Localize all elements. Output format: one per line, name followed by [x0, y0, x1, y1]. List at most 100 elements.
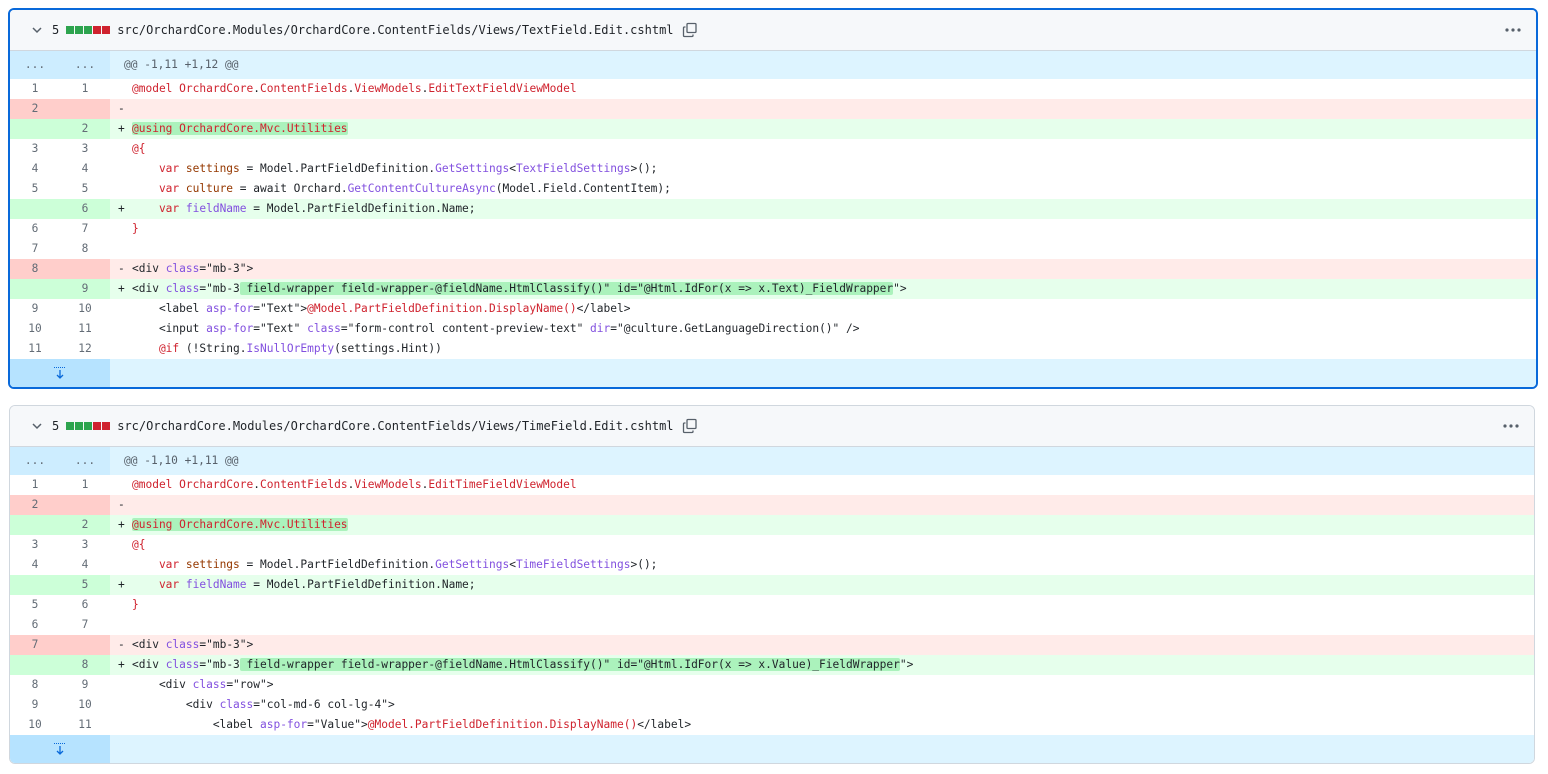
new-line-number[interactable]: 6 — [60, 595, 110, 615]
old-line-number[interactable] — [10, 119, 60, 139]
expand-up-left[interactable]: ... — [10, 447, 60, 475]
old-line-number[interactable]: 6 — [10, 615, 60, 635]
code-line: + <div class="mb-3 field-wrapper field-wr… — [110, 655, 1534, 675]
code-token: >(); — [630, 162, 658, 175]
old-line-number[interactable]: 2 — [10, 495, 60, 515]
file-path-link[interactable]: src/OrchardCore.Modules/OrchardCore.Cont… — [117, 419, 673, 433]
old-line-number[interactable]: 3 — [10, 139, 60, 159]
code-token: ViewModels — [354, 478, 422, 491]
new-line-number[interactable]: 7 — [60, 219, 110, 239]
file-path-link[interactable]: src/OrchardCore.Modules/OrchardCore.Cont… — [117, 23, 673, 37]
code-token: fieldName — [185, 202, 247, 215]
new-line-number[interactable]: 2 — [60, 119, 110, 139]
old-line-number[interactable]: 10 — [10, 715, 60, 735]
expand-up-right[interactable]: ... — [60, 447, 110, 475]
diff-marker — [118, 595, 132, 615]
old-line-number[interactable]: 9 — [10, 695, 60, 715]
new-line-number[interactable]: 6 — [60, 199, 110, 219]
expand-up-right[interactable]: ... — [60, 51, 110, 79]
new-line-number[interactable]: 4 — [60, 159, 110, 179]
new-line-number[interactable]: 1 — [60, 475, 110, 495]
new-line-number[interactable]: 11 — [60, 319, 110, 339]
new-line-number[interactable]: 8 — [60, 655, 110, 675]
line-numbers: 2 — [10, 119, 110, 139]
diffstat-block — [84, 26, 93, 34]
old-line-number[interactable]: 3 — [10, 535, 60, 555]
new-line-number[interactable]: 5 — [60, 179, 110, 199]
new-line-number[interactable]: 7 — [60, 615, 110, 635]
diff-marker: + — [118, 202, 125, 215]
diffstat-block — [102, 422, 111, 430]
new-line-number[interactable]: 9 — [60, 279, 110, 299]
old-line-number[interactable]: 8 — [10, 675, 60, 695]
new-line-number[interactable]: 10 — [60, 695, 110, 715]
old-line-number[interactable] — [10, 575, 60, 595]
code-token: @using OrchardCore.Mvc.Utilities — [132, 122, 348, 135]
old-line-number[interactable] — [10, 655, 60, 675]
line-numbers: 67 — [10, 615, 110, 635]
chevron-down-icon[interactable] — [30, 23, 44, 37]
old-line-number[interactable] — [10, 279, 60, 299]
chevron-down-icon[interactable] — [30, 419, 44, 433]
expand-down-button[interactable] — [10, 735, 110, 763]
old-line-number[interactable]: 1 — [10, 79, 60, 99]
new-line-number[interactable]: 3 — [60, 535, 110, 555]
code-token: @{ — [132, 142, 146, 155]
code-token: IsNullOrEmpty — [246, 342, 335, 355]
old-line-number[interactable]: 4 — [10, 159, 60, 179]
old-line-number[interactable]: 7 — [10, 239, 60, 259]
code-token: ContentFields — [260, 478, 348, 491]
new-line-number[interactable]: 4 — [60, 555, 110, 575]
code-token: <label — [132, 718, 260, 731]
old-line-number[interactable]: 10 — [10, 319, 60, 339]
old-line-number[interactable]: 9 — [10, 299, 60, 319]
copy-icon[interactable] — [682, 418, 698, 434]
diff-marker — [118, 219, 132, 239]
diff-body: ...... @@ -1,10 +1,11 @@ 1 1 @model Orchard… — [10, 447, 1534, 735]
diff-marker: + — [118, 282, 125, 295]
line-numbers: 9 10 — [10, 695, 110, 715]
file-diff-textfield: 5 src/OrchardCore.Modules/OrchardCore.Co… — [8, 8, 1538, 389]
diff-marker: - — [118, 262, 125, 275]
old-line-number[interactable]: 5 — [10, 179, 60, 199]
new-line-number[interactable] — [60, 99, 110, 119]
new-line-number[interactable]: 2 — [60, 515, 110, 535]
old-line-number[interactable]: 8 — [10, 259, 60, 279]
code-token: TextFieldSettings — [515, 162, 631, 175]
old-line-number[interactable]: 7 — [10, 635, 60, 655]
code-token: "> — [893, 282, 907, 295]
kebab-menu-icon[interactable] — [1502, 418, 1520, 434]
line-numbers: 44 — [10, 555, 110, 575]
new-line-number[interactable] — [60, 495, 110, 515]
new-line-number[interactable]: 8 — [60, 239, 110, 259]
old-line-number[interactable]: 1 — [10, 475, 60, 495]
new-line-number[interactable]: 1 — [60, 79, 110, 99]
copy-icon[interactable] — [682, 22, 698, 38]
diff-marker — [118, 299, 132, 319]
kebab-menu-icon[interactable] — [1504, 22, 1522, 38]
line-numbers: 6 — [10, 199, 110, 219]
old-line-number[interactable] — [10, 199, 60, 219]
code-token: field-wrapper field-wrapper-@fieldName.H… — [239, 282, 894, 295]
diffstat-block — [93, 26, 102, 34]
new-line-number[interactable]: 3 — [60, 139, 110, 159]
new-line-number[interactable]: 10 — [60, 299, 110, 319]
new-line-number[interactable] — [60, 635, 110, 655]
diff-marker — [118, 139, 132, 159]
expand-up-left[interactable]: ... — [10, 51, 60, 79]
code-token: @Model.PartFieldDefinition.DisplayName() — [367, 718, 638, 731]
new-line-number[interactable]: 12 — [60, 339, 110, 359]
old-line-number[interactable]: 5 — [10, 595, 60, 615]
new-line-number[interactable] — [60, 259, 110, 279]
code-token: class — [192, 678, 227, 691]
new-line-number[interactable]: 11 — [60, 715, 110, 735]
old-line-number[interactable]: 2 — [10, 99, 60, 119]
old-line-number[interactable]: 11 — [10, 339, 60, 359]
new-line-number[interactable]: 9 — [60, 675, 110, 695]
old-line-number[interactable]: 4 — [10, 555, 60, 575]
expand-down-button[interactable] — [10, 359, 110, 387]
code-line: } — [110, 595, 1534, 615]
old-line-number[interactable]: 6 — [10, 219, 60, 239]
new-line-number[interactable]: 5 — [60, 575, 110, 595]
old-line-number[interactable] — [10, 515, 60, 535]
